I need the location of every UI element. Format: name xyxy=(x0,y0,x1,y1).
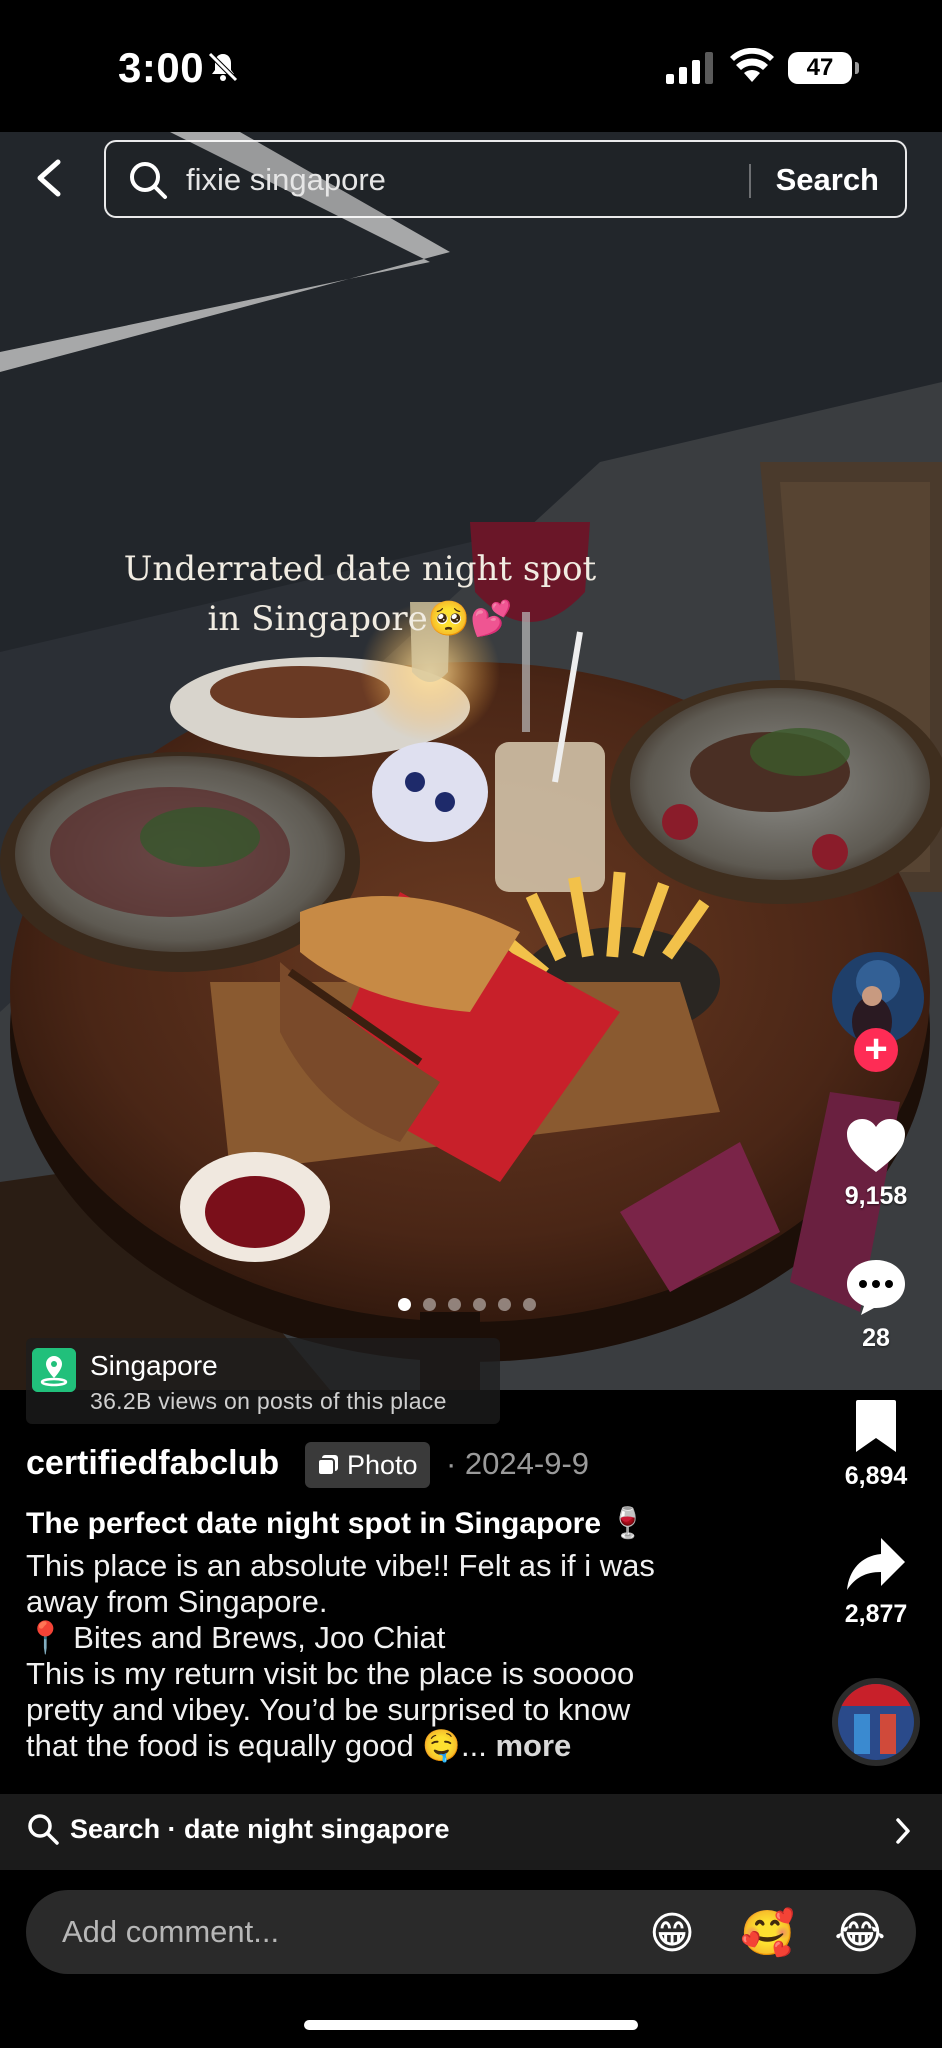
heart-icon xyxy=(847,1119,905,1172)
comment-bubble-icon xyxy=(847,1260,905,1315)
bell-slash-icon xyxy=(208,52,238,82)
post-body-line: This place is an absolute vibe!! Felt as… xyxy=(26,1548,655,1583)
share-button[interactable]: 2,877 xyxy=(830,1536,922,1629)
post-type-badge: Photo xyxy=(305,1442,430,1488)
related-search-label: Search · date night singapore xyxy=(70,1814,450,1844)
overlay-line-2: in Singapore🥺💕 xyxy=(207,599,513,639)
post-body-line: This is my return visit bc the place is … xyxy=(26,1656,635,1691)
carousel-dot xyxy=(498,1298,511,1311)
search-input[interactable]: fixie singapore Search xyxy=(104,140,907,218)
post-date: · 2024-9-9 xyxy=(446,1446,590,1481)
carousel-dot xyxy=(473,1298,486,1311)
comment-count: 28 xyxy=(862,1324,890,1352)
post-type-label: Photo xyxy=(347,1450,418,1480)
like-button[interactable]: 9,158 xyxy=(830,1118,922,1211)
like-count: 9,158 xyxy=(844,1182,908,1210)
search-icon xyxy=(28,1814,59,1845)
cellular-signal-icon xyxy=(666,52,713,84)
post-photo[interactable]: Underrated date night spot in Singapore🥺… xyxy=(0,132,942,1390)
comment-placeholder: Add comment... xyxy=(62,1914,280,1949)
share-count: 2,877 xyxy=(844,1600,908,1628)
search-divider xyxy=(749,164,751,198)
status-time: 3:00 xyxy=(118,44,205,91)
emoji-laugh-button[interactable]: 😂 xyxy=(834,1908,886,1960)
emoji-hearts-button[interactable]: 🥰 xyxy=(740,1908,795,1960)
search-submit-button[interactable]: Search xyxy=(776,162,879,198)
back-arrow-icon[interactable] xyxy=(28,156,72,200)
creator-username[interactable]: certifiedfabclub xyxy=(26,1444,279,1483)
music-disc[interactable] xyxy=(832,1678,920,1766)
photo-icon xyxy=(317,1455,338,1476)
more-link[interactable]: more xyxy=(495,1728,571,1763)
comment-button[interactable]: 28 xyxy=(830,1258,922,1353)
post-body-line: away from Singapore. xyxy=(26,1584,328,1619)
photo-overlay-caption: Underrated date night spot in Singapore🥺… xyxy=(100,544,620,644)
post-title: The perfect date night spot in Singapore… xyxy=(26,1507,647,1540)
carousel-dot xyxy=(423,1298,436,1311)
search-query-text: fixie singapore xyxy=(186,162,386,197)
related-search-bar[interactable]: Search · date night singapore xyxy=(0,1794,942,1870)
post-body-line: 📍 Bites and Brews, Joo Chiat xyxy=(26,1620,446,1655)
post-body-last-line: that the food is equally good 🤤... more xyxy=(26,1728,746,1764)
post-body-line: that the food is equally good 🤤... xyxy=(26,1728,487,1763)
search-icon xyxy=(130,162,167,199)
save-button[interactable]: 6,894 xyxy=(830,1398,922,1491)
carousel-dot xyxy=(398,1298,411,1311)
carousel-dot xyxy=(523,1298,536,1311)
overlay-line-1: Underrated date night spot xyxy=(123,549,597,589)
post-body[interactable]: This place is an absolute vibe!! Felt as… xyxy=(26,1548,746,1764)
location-views: 36.2B views on posts of this place xyxy=(90,1388,447,1414)
chevron-right-icon xyxy=(896,1818,910,1844)
music-cover-image xyxy=(838,1684,914,1760)
emoji-grin-button[interactable]: 😁 xyxy=(646,1908,698,1960)
carousel-dot xyxy=(448,1298,461,1311)
location-tag[interactable]: Singapore 36.2B views on posts of this p… xyxy=(26,1338,500,1424)
location-name: Singapore xyxy=(90,1350,218,1381)
carousel-indicator xyxy=(398,1298,536,1311)
save-count: 6,894 xyxy=(844,1462,908,1490)
bookmark-icon xyxy=(856,1400,896,1452)
share-arrow-icon xyxy=(847,1538,905,1590)
battery-icon: 47 xyxy=(788,52,859,84)
follow-button[interactable]: + xyxy=(854,1028,898,1072)
wifi-icon xyxy=(730,48,774,82)
home-indicator[interactable] xyxy=(304,2020,638,2030)
food-table-image xyxy=(0,132,942,1390)
post-body-line: pretty and vibey. You’d be surprised to … xyxy=(26,1692,631,1727)
location-pin-icon xyxy=(32,1348,76,1392)
comment-input[interactable]: Add comment... 😁 🥰 😂 xyxy=(26,1890,916,1974)
status-bar: 3:00 47 xyxy=(0,0,942,132)
